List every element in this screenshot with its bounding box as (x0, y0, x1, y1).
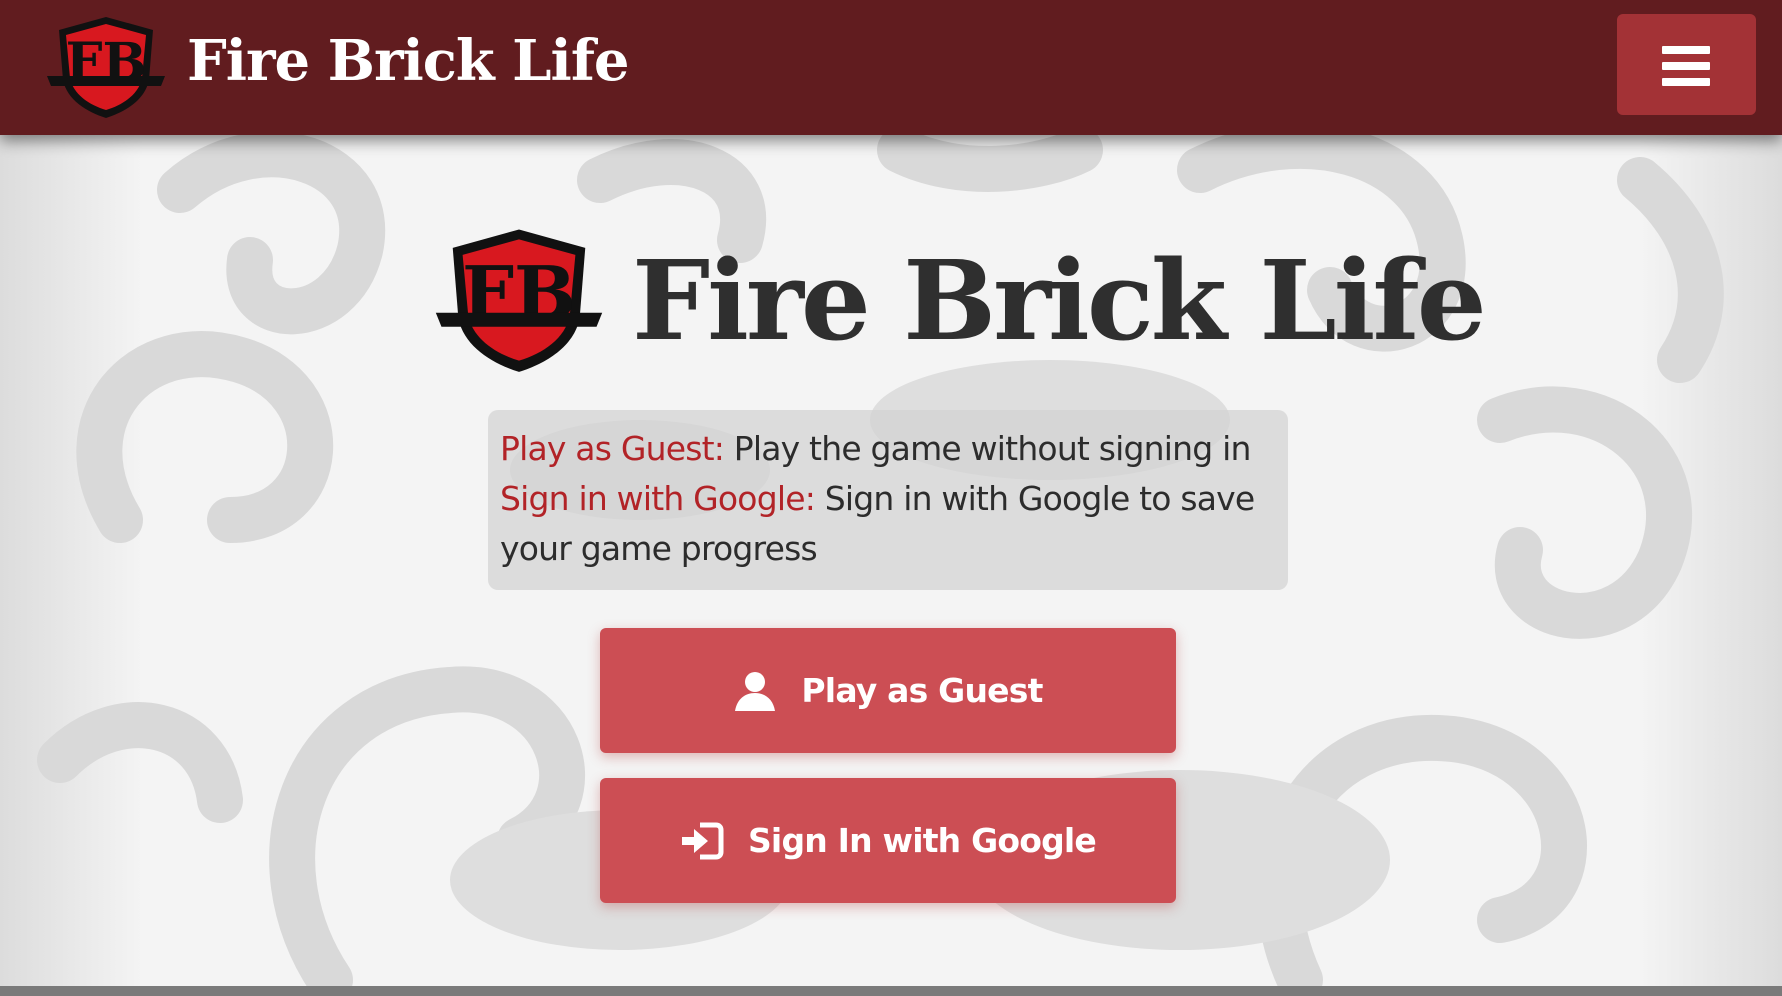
play-as-guest-button[interactable]: Play as Guest (600, 628, 1176, 753)
play-as-guest-label: Play as Guest (801, 671, 1043, 710)
sign-in-icon (681, 822, 724, 859)
bottom-scroll-edge (0, 986, 1782, 996)
info-key: Play as Guest: (500, 429, 725, 468)
sign-in-with-google-button[interactable]: Sign In with Google (600, 778, 1176, 903)
info-item-guest: Play as Guest: Play the game without sig… (500, 424, 1276, 474)
fire-brick-logo-icon: FB (435, 229, 603, 372)
info-key: Sign in with Google: (500, 479, 816, 518)
fire-brick-logo-icon[interactable]: FB (45, 14, 167, 120)
info-box: Play as Guest: Play the game without sig… (488, 410, 1288, 590)
hero-title: Fire Brick Life (632, 236, 1487, 365)
navbar: FB Fire Brick Life (0, 0, 1782, 135)
navbar-title[interactable]: Fire Brick Life (187, 28, 630, 94)
info-item-google: Sign in with Google: Sign in with Google… (500, 474, 1276, 574)
info-text: Play the game without signing in (724, 429, 1252, 468)
menu-button[interactable] (1617, 14, 1756, 115)
user-icon (735, 671, 776, 711)
sign-in-with-google-label: Sign In with Google (747, 821, 1097, 860)
